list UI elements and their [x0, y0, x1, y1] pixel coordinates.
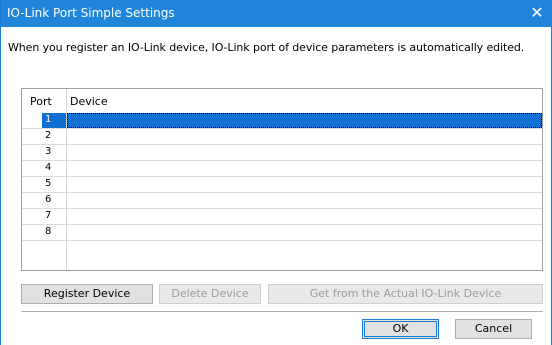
- port-number: 8: [45, 226, 52, 237]
- device-cell[interactable]: [67, 177, 542, 192]
- table-row[interactable]: 2: [22, 129, 542, 145]
- port-number: 7: [45, 210, 52, 221]
- io-link-port-settings-dialog: IO-Link Port Simple Settings ✕ When you …: [0, 0, 552, 345]
- port-number: 2: [45, 130, 52, 141]
- device-cell[interactable]: [67, 145, 542, 160]
- column-header-port[interactable]: Port: [30, 95, 52, 108]
- description-text: When you register an IO-Link device, IO-…: [8, 41, 525, 54]
- cancel-button[interactable]: Cancel: [455, 319, 532, 339]
- port-number: 5: [45, 178, 52, 189]
- port-number: 3: [45, 146, 52, 157]
- register-device-button[interactable]: Register Device: [21, 284, 153, 304]
- table-body: 1 2 3 4 5 6 7 8: [22, 113, 542, 241]
- title-bar: IO-Link Port Simple Settings ✕: [1, 0, 552, 27]
- device-cell[interactable]: [67, 113, 542, 128]
- close-icon[interactable]: ✕: [525, 1, 549, 25]
- port-number: 1: [45, 114, 52, 125]
- table-header: Port Device: [22, 89, 542, 113]
- device-cell[interactable]: [67, 225, 542, 240]
- table-row[interactable]: 7: [22, 209, 542, 225]
- delete-device-button[interactable]: Delete Device: [159, 284, 261, 304]
- table-row[interactable]: 3: [22, 145, 542, 161]
- table-row[interactable]: 6: [22, 193, 542, 209]
- device-cell[interactable]: [67, 161, 542, 176]
- port-number: 6: [45, 194, 52, 205]
- port-device-table: Port Device 1 2 3 4 5 6 7 8: [21, 88, 543, 271]
- device-cell[interactable]: [67, 129, 542, 144]
- window-title: IO-Link Port Simple Settings: [7, 6, 175, 20]
- table-row[interactable]: 8: [22, 225, 542, 241]
- divider: [21, 311, 543, 312]
- port-number: 4: [45, 162, 52, 173]
- column-header-device[interactable]: Device: [70, 95, 108, 108]
- table-row[interactable]: 4: [22, 161, 542, 177]
- table-row[interactable]: 5: [22, 177, 542, 193]
- get-from-actual-device-button[interactable]: Get from the Actual IO-Link Device: [268, 284, 543, 304]
- device-cell[interactable]: [67, 193, 542, 208]
- ok-button[interactable]: OK: [362, 319, 439, 339]
- device-cell[interactable]: [67, 209, 542, 224]
- table-row[interactable]: 1: [22, 113, 542, 129]
